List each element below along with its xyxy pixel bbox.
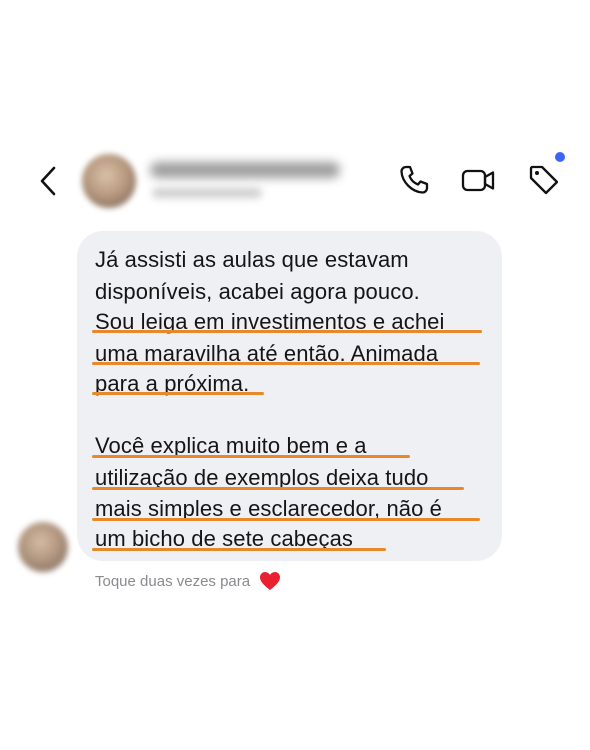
conversation-header: [0, 140, 590, 220]
heart-icon: [260, 571, 281, 590]
contact-handle: [152, 188, 262, 198]
highlight-underline: [92, 548, 386, 551]
message-line: disponíveis, acabei agora pouco.: [95, 279, 420, 304]
contact-name[interactable]: [150, 162, 340, 178]
highlight-underline: [92, 392, 264, 395]
double-tap-hint-text: Toque duas vezes para: [95, 573, 251, 590]
video-call-button[interactable]: [460, 162, 496, 198]
highlight-underline: [92, 518, 480, 521]
chevron-left-icon: [40, 166, 56, 196]
video-camera-icon: [461, 169, 495, 192]
contact-avatar[interactable]: [82, 154, 136, 208]
highlight-underline: [92, 330, 482, 333]
tag-icon: [529, 165, 559, 195]
message-line: Já assisti as aulas que estavam: [95, 247, 409, 272]
notification-dot: [555, 152, 565, 162]
highlight-underline: [92, 455, 410, 458]
highlight-underline: [92, 362, 480, 365]
highlight-underline: [92, 487, 464, 490]
back-button[interactable]: [34, 164, 64, 198]
double-tap-hint: Toque duas vezes para: [95, 571, 281, 593]
call-button[interactable]: [396, 162, 432, 198]
phone-icon: [400, 165, 429, 194]
sender-avatar[interactable]: [18, 522, 68, 572]
tag-button[interactable]: [526, 162, 562, 198]
